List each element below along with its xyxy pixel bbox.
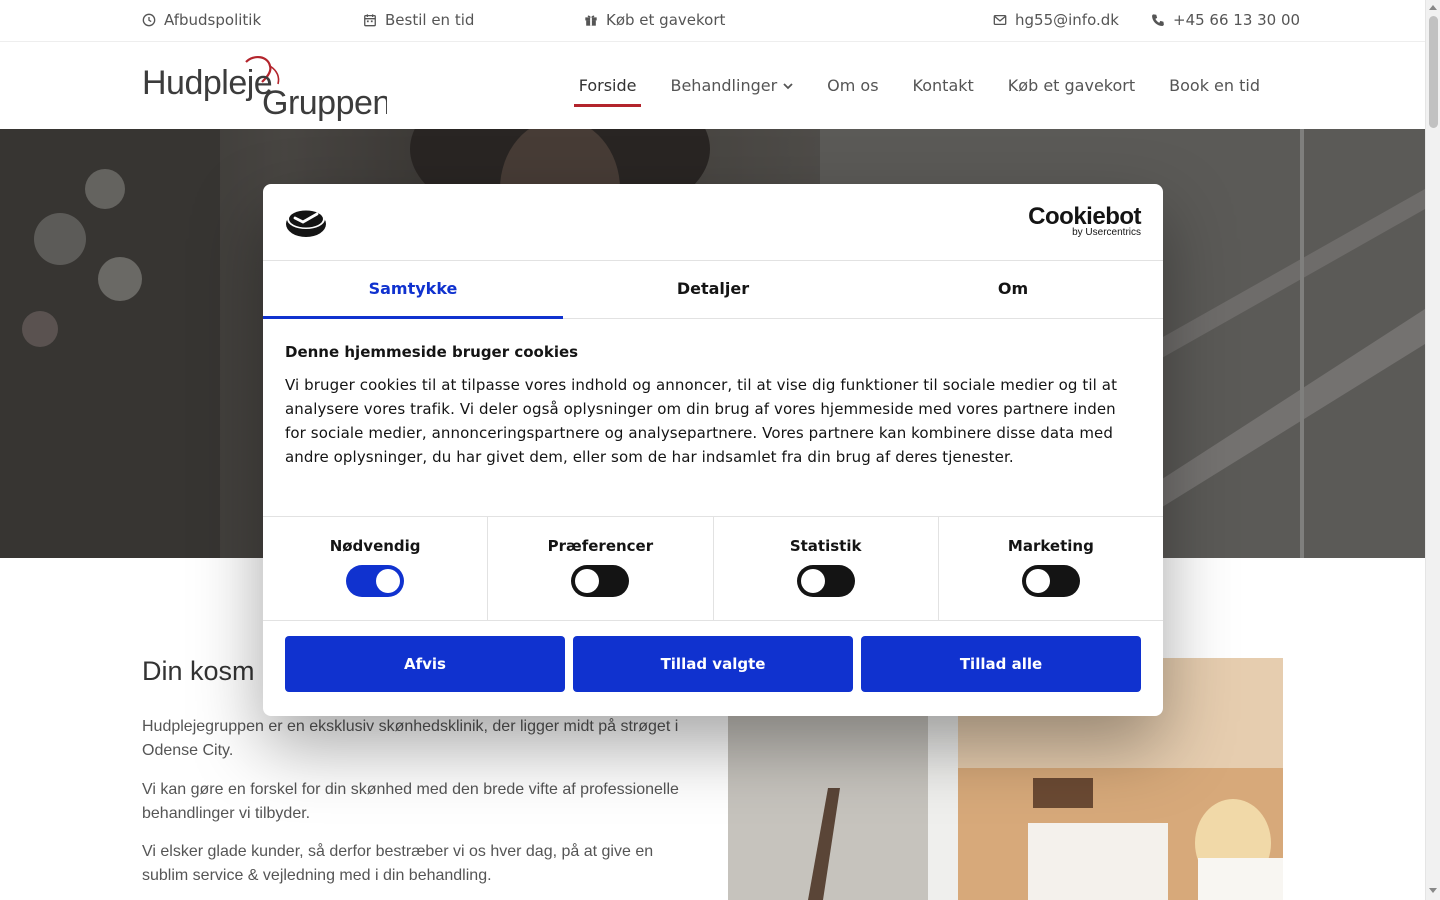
toggle-group-marketing: Marketing — [939, 517, 1163, 620]
envelope-icon — [993, 14, 1007, 26]
nav-label: Om os — [827, 76, 879, 95]
preferences-toggle[interactable] — [571, 565, 630, 597]
gift-icon — [585, 15, 597, 26]
nav-label: Behandlinger — [670, 76, 778, 95]
toggle-knob — [1025, 569, 1050, 593]
toggle-label-necessary: Nødvendig — [329, 537, 421, 555]
tab-detaljer[interactable]: Detaljer — [563, 261, 863, 318]
toggle-label-marketing: Marketing — [1007, 537, 1094, 555]
logo-text-gruppen: Gruppen — [262, 84, 387, 122]
nav-label: Kontakt — [912, 76, 974, 95]
site-logo[interactable]: Hudpleje Gruppen — [142, 52, 391, 122]
book-time-link[interactable]: Bestil en tid — [363, 11, 474, 29]
tab-om[interactable]: Om — [863, 261, 1163, 318]
scroll-up-arrow-icon[interactable] — [1429, 5, 1437, 10]
reject-button[interactable]: Afvis — [285, 636, 565, 692]
phone-link[interactable]: +45 66 13 30 00 — [1151, 11, 1300, 29]
statistics-toggle[interactable] — [796, 565, 855, 597]
dialog-text: Vi bruger cookies til at tilpasse vores … — [285, 376, 1118, 466]
nav-item-book[interactable]: Book en tid — [1152, 74, 1277, 105]
allow-all-button[interactable]: Tillad alle — [861, 636, 1141, 692]
page-title: Din kosm — [142, 656, 255, 686]
nav-item-om-os[interactable]: Om os — [810, 74, 895, 105]
dialog-heading: Denne hjemmeside bruger cookies — [285, 343, 579, 361]
toggle-group-necessary: Nødvendig — [263, 517, 489, 620]
calendar-icon — [364, 14, 376, 27]
dialog-buttons: Afvis Tillad valgte Tillad alle — [263, 621, 1163, 707]
nav-label: Køb et gavekort — [1007, 76, 1136, 95]
toggle-knob — [800, 569, 825, 593]
clock-icon — [142, 13, 156, 27]
scroll-thumb[interactable] — [1429, 16, 1438, 128]
toggle-label-statistics: Statistik — [789, 537, 862, 555]
cookie-consent-dialog: Cookiebot by Usercentrics Samtykke Detal… — [263, 184, 1163, 716]
main-navbar: Hudpleje Gruppen Forside Behandlinger Om… — [0, 42, 1425, 129]
tab-samtykke[interactable]: Samtykke — [263, 261, 563, 319]
main-nav: Forside Behandlinger Om os Kontakt Køb e… — [562, 74, 1277, 107]
email-link[interactable]: hg55@info.dk — [993, 11, 1119, 29]
top-info-bar: Afbudspolitik Bestil en tid Køb et gavek… — [0, 0, 1425, 42]
email-label: hg55@info.dk — [1015, 11, 1119, 29]
logo-graphic: Hudpleje Gruppen — [142, 56, 391, 122]
intro-paragraph-1: Hudplejegruppen er en eksklusiv skønheds… — [142, 718, 679, 759]
page-scrollbar[interactable] — [1425, 0, 1440, 900]
nav-label: Book en tid — [1169, 76, 1260, 95]
marketing-toggle[interactable] — [1021, 565, 1080, 597]
toggle-label-preferences: Præferencer — [547, 537, 654, 555]
toggle-group-statistics: Statistik — [714, 517, 939, 620]
nav-label: Forside — [578, 76, 637, 95]
nav-item-kontakt[interactable]: Kontakt — [896, 74, 991, 105]
toggle-knob — [376, 569, 401, 593]
cookiebot-logo-icon — [286, 209, 326, 237]
intro-paragraph-3: Vi elsker glade kunder, så derfor bestræ… — [142, 843, 654, 884]
allow-selected-button[interactable]: Tillad valgte — [573, 636, 853, 692]
intro-paragraph-2: Vi kan gøre en forskel for din skønhed m… — [142, 781, 679, 822]
toggle-knob — [575, 569, 600, 593]
book-time-label: Bestil en tid — [385, 11, 475, 29]
cancel-policy-label: Afbudspolitik — [164, 11, 262, 29]
nav-item-forside[interactable]: Forside — [562, 74, 654, 107]
dialog-tabs: Samtykke Detaljer Om — [263, 261, 1163, 319]
nav-item-behandlinger[interactable]: Behandlinger — [653, 74, 810, 105]
logo-text-hudpleje: Hudpleje — [142, 64, 272, 102]
consent-toggles: Nødvendig Præferencer Statistik Marketin… — [263, 516, 1163, 621]
phone-label: +45 66 13 30 00 — [1173, 11, 1301, 29]
necessary-toggle[interactable] — [346, 565, 405, 597]
toggle-group-preferences: Præferencer — [488, 517, 714, 620]
dialog-body: Denne hjemmeside bruger cookies Vi bruge… — [263, 319, 1163, 516]
cancel-policy-link[interactable]: Afbudspolitik — [142, 11, 261, 29]
scroll-down-arrow-icon[interactable] — [1429, 888, 1437, 893]
chevron-down-icon — [783, 82, 793, 89]
phone-icon — [1152, 14, 1164, 26]
gift-card-label: Køb et gavekort — [606, 11, 726, 29]
gift-card-link[interactable]: Køb et gavekort — [584, 11, 725, 29]
cookiebot-brand[interactable]: Cookiebot by Usercentrics — [1028, 204, 1141, 238]
dialog-header: Cookiebot by Usercentrics — [263, 184, 1163, 261]
nav-item-gavekort[interactable]: Køb et gavekort — [991, 74, 1152, 105]
